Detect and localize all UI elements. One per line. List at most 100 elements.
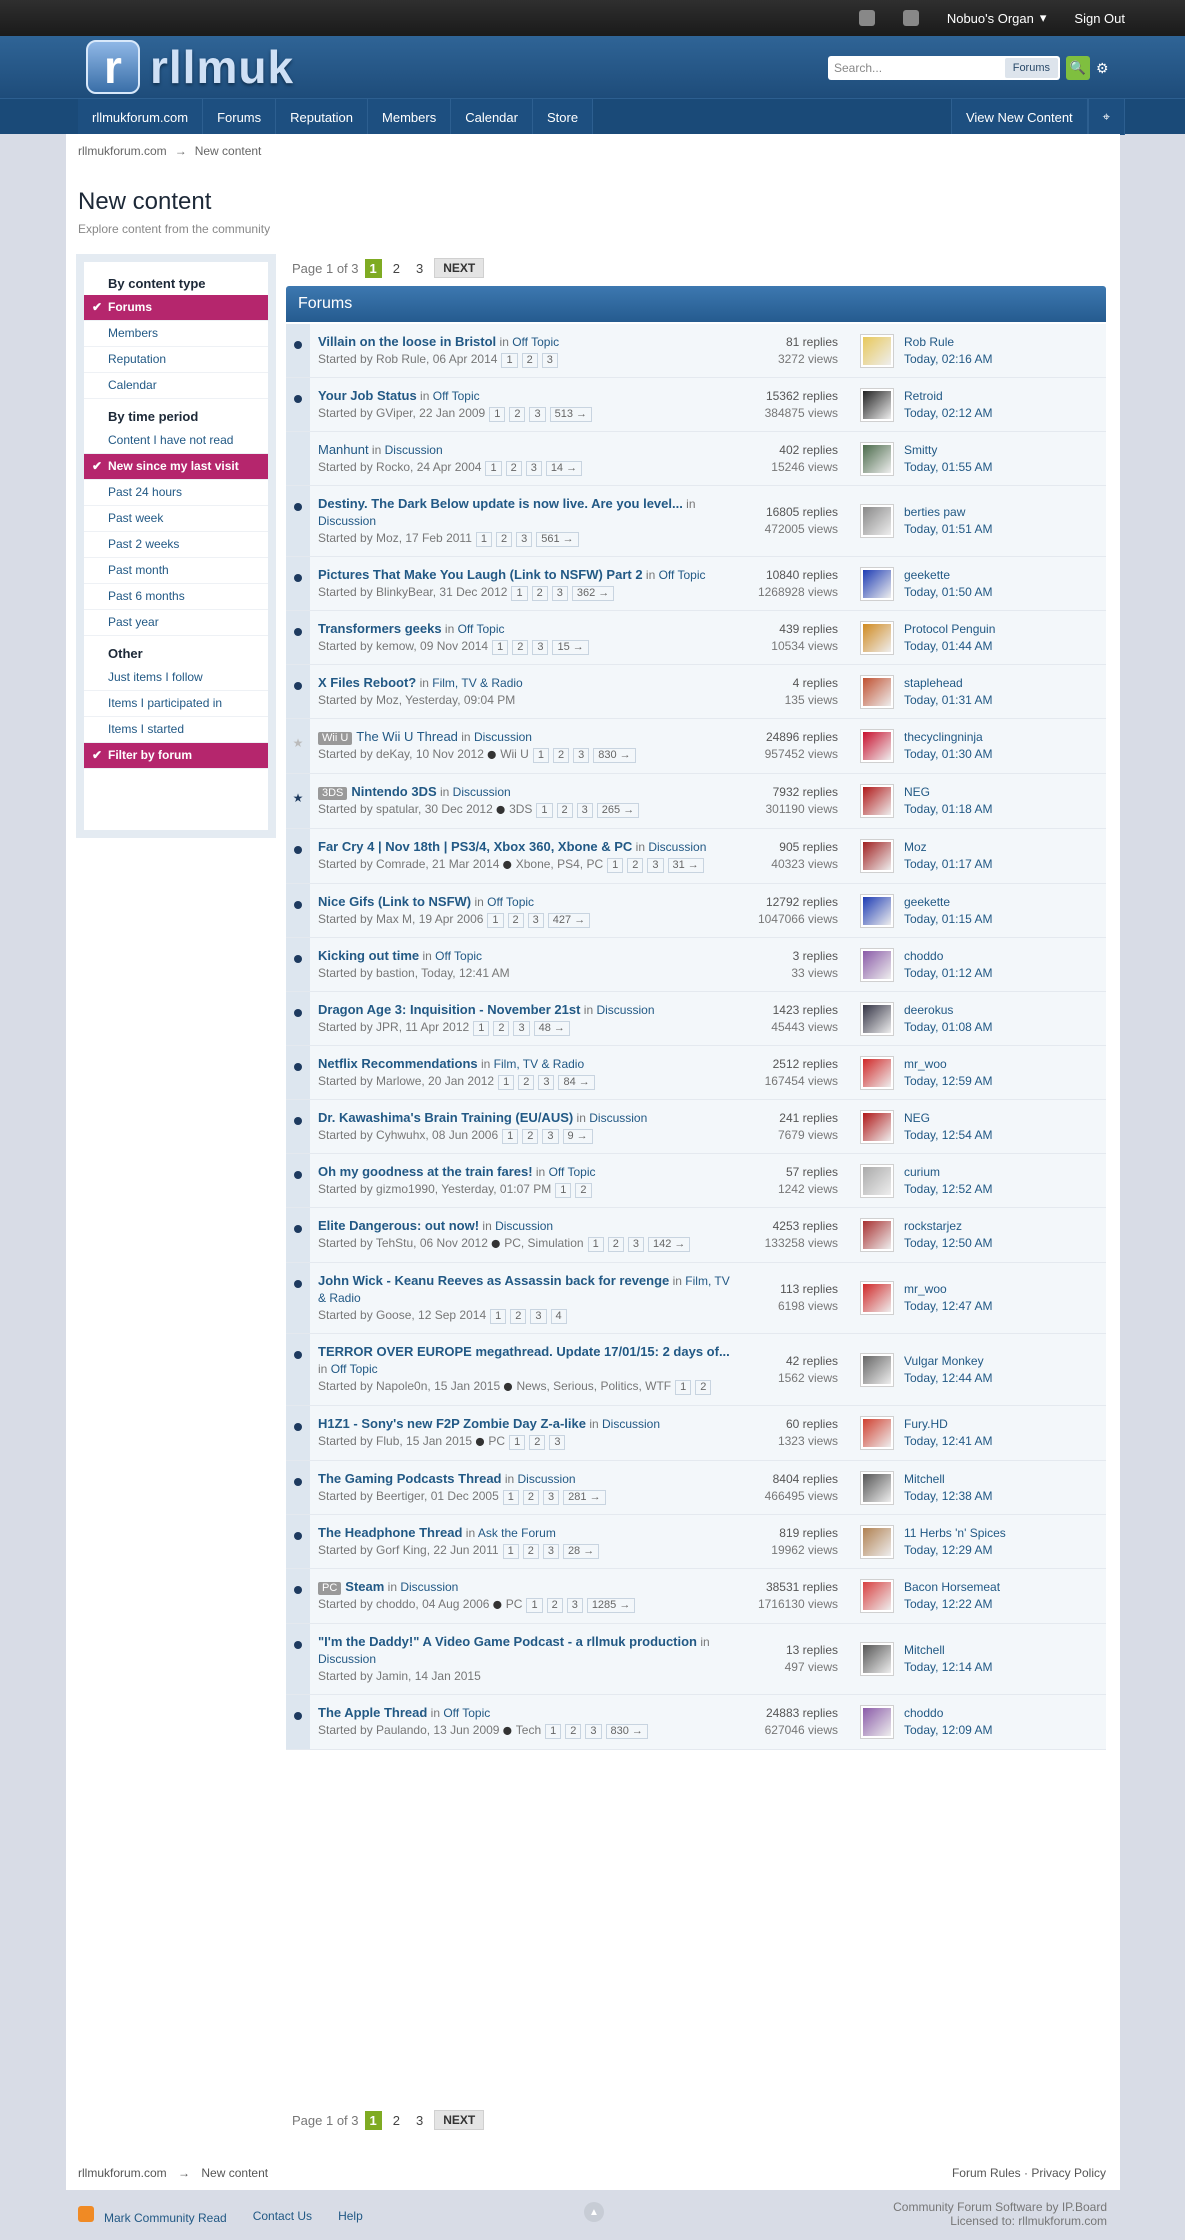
last-poster[interactable]: staplehead: [904, 675, 993, 692]
last-poster[interactable]: curium: [904, 1164, 993, 1181]
topic-marker[interactable]: [286, 1569, 310, 1623]
topic-page-link[interactable]: 1: [502, 1544, 519, 1559]
last-post-time[interactable]: Today, 02:16 AM: [904, 351, 993, 368]
view-new-content-link[interactable]: View New Content: [950, 99, 1088, 135]
search-input[interactable]: Search... Forums: [828, 56, 1060, 80]
sidebar-item[interactable]: New since my last visit: [84, 454, 268, 480]
star-icon[interactable]: ★: [293, 736, 304, 773]
topic-title[interactable]: TERROR OVER EUROPE megathread. Update 17…: [318, 1344, 730, 1359]
last-post-time[interactable]: Today, 12:59 AM: [904, 1073, 993, 1090]
forum-rules-link[interactable]: Forum Rules: [952, 2166, 1021, 2180]
topic-title[interactable]: Pictures That Make You Laugh (Link to NS…: [318, 567, 643, 582]
avatar[interactable]: [860, 620, 894, 655]
topic-page-link[interactable]: 1: [492, 640, 509, 655]
topic-page-link[interactable]: 2: [695, 1380, 712, 1395]
topic-forum[interactable]: Discussion: [400, 1580, 458, 1594]
topic-marker[interactable]: [286, 992, 310, 1045]
topic-title[interactable]: Dragon Age 3: Inquisition - November 21s…: [318, 1002, 580, 1017]
topic-forum[interactable]: Discussion: [602, 1417, 660, 1431]
last-poster[interactable]: rockstarjez: [904, 1218, 993, 1235]
rss-icon[interactable]: [78, 2206, 94, 2222]
messages-icon[interactable]: [902, 10, 919, 26]
page-link[interactable]: 3: [411, 2111, 428, 2130]
user-menu[interactable]: Nobuo's Organ ▾: [947, 10, 1047, 26]
topic-page-link[interactable]: 1: [498, 1075, 515, 1090]
topic-title[interactable]: Nice Gifs (Link to NSFW): [318, 894, 471, 909]
star-icon[interactable]: ★: [293, 791, 304, 828]
topic-marker[interactable]: [286, 486, 310, 556]
topic-row[interactable]: H1Z1 - Sony's new F2P Zombie Day Z-a-lik…: [286, 1406, 1106, 1461]
topic-row[interactable]: The Headphone Thread in Ask the Forum Sta…: [286, 1515, 1106, 1569]
avatar[interactable]: [860, 1352, 894, 1387]
sidebar-item[interactable]: Members: [84, 321, 268, 347]
topic-page-link[interactable]: 3: [529, 407, 546, 422]
last-post-time[interactable]: Today, 12:14 AM: [904, 1659, 993, 1676]
topic-row[interactable]: The Gaming Podcasts Thread in Discussion…: [286, 1461, 1106, 1515]
unread-dot-icon[interactable]: [294, 628, 302, 636]
topic-forum[interactable]: Discussion: [518, 1472, 576, 1486]
avatar[interactable]: [860, 1163, 894, 1198]
topic-page-link[interactable]: 265 →: [596, 803, 640, 818]
privacy-policy-link[interactable]: Privacy Policy: [1031, 2166, 1106, 2180]
last-poster[interactable]: Protocol Penguin: [904, 621, 995, 638]
last-post-time[interactable]: Today, 01:51 AM: [904, 521, 993, 538]
topic-page-link[interactable]: 2: [531, 586, 548, 601]
topic-row[interactable]: Kicking out time in Off Topic Started by …: [286, 938, 1106, 992]
location-pin-icon[interactable]: ⌖: [1087, 99, 1125, 135]
last-post-time[interactable]: Today, 02:12 AM: [904, 405, 993, 422]
topic-page-link[interactable]: 2: [607, 1237, 624, 1252]
last-poster[interactable]: choddo: [904, 1705, 993, 1722]
topic-title[interactable]: The Headphone Thread: [318, 1525, 462, 1540]
last-poster[interactable]: Vulgar Monkey: [904, 1353, 993, 1370]
topic-page-link[interactable]: 1: [502, 1490, 519, 1505]
last-poster[interactable]: 11 Herbs 'n' Spices: [904, 1525, 1006, 1542]
topic-title[interactable]: John Wick - Keanu Reeves as Assassin bac…: [318, 1273, 669, 1288]
last-post-time[interactable]: Today, 12:54 AM: [904, 1127, 993, 1144]
topic-page-link[interactable]: 2: [521, 353, 538, 368]
topic-page-link[interactable]: 1: [587, 1237, 604, 1252]
topic-page-link[interactable]: 3: [541, 353, 558, 368]
unread-dot-icon[interactable]: [294, 1586, 302, 1594]
topic-page-link[interactable]: 1: [487, 913, 504, 928]
topic-page-link[interactable]: 1: [502, 1129, 519, 1144]
unread-dot-icon[interactable]: [294, 901, 302, 909]
last-poster[interactable]: Retroid: [904, 388, 993, 405]
avatar[interactable]: [860, 1218, 894, 1252]
topic-page-link[interactable]: 15 →: [552, 640, 589, 655]
topic-page-link[interactable]: 1: [545, 1724, 562, 1739]
topic-page-link[interactable]: 14 →: [545, 461, 583, 476]
topic-forum[interactable]: Discussion: [474, 730, 532, 744]
topic-row[interactable]: Destiny. The Dark Below update is now li…: [286, 486, 1106, 557]
unread-dot-icon[interactable]: [294, 846, 302, 854]
last-post-time[interactable]: Today, 12:44 AM: [904, 1370, 993, 1387]
last-post-time[interactable]: Today, 12:38 AM: [904, 1488, 993, 1505]
topic-page-link[interactable]: 1: [509, 1435, 526, 1450]
avatar[interactable]: [860, 1055, 894, 1090]
topic-row[interactable]: Nice Gifs (Link to NSFW) in Off Topic Sta…: [286, 884, 1106, 938]
topic-page-link[interactable]: 3: [576, 803, 593, 818]
topic-page-link[interactable]: 3: [538, 1075, 555, 1090]
topic-page-link[interactable]: 3: [513, 1021, 530, 1036]
topic-page-link[interactable]: 3: [530, 1309, 547, 1324]
last-post-time[interactable]: Today, 01:31 AM: [904, 692, 993, 709]
topic-title[interactable]: Villain on the loose in Bristol: [318, 334, 496, 349]
sidebar-item[interactable]: Filter by forum: [84, 743, 268, 769]
last-poster[interactable]: geekette: [904, 567, 993, 584]
contact-link[interactable]: Contact Us: [253, 2209, 312, 2223]
page-link[interactable]: 2: [388, 259, 405, 278]
last-post-time[interactable]: Today, 01:30 AM: [904, 746, 993, 763]
sidebar-item[interactable]: Calendar: [84, 373, 268, 399]
avatar[interactable]: [860, 893, 894, 928]
topic-forum[interactable]: Off Topic: [487, 895, 534, 909]
topic-page-link[interactable]: 2: [529, 1435, 546, 1450]
topic-page-link[interactable]: 48 →: [533, 1021, 570, 1036]
topic-tags[interactable]: PC: [475, 1434, 505, 1448]
last-poster[interactable]: mr_woo: [904, 1056, 993, 1073]
topic-page-link[interactable]: 1: [675, 1380, 692, 1395]
sidebar-item[interactable]: Items I participated in: [84, 691, 268, 717]
topic-page-link[interactable]: 3: [543, 1490, 560, 1505]
topic-page-link[interactable]: 362 →: [571, 586, 615, 601]
topic-page-link[interactable]: 2: [512, 640, 529, 655]
last-poster[interactable]: NEG: [904, 784, 993, 801]
unread-dot-icon[interactable]: [294, 341, 302, 349]
